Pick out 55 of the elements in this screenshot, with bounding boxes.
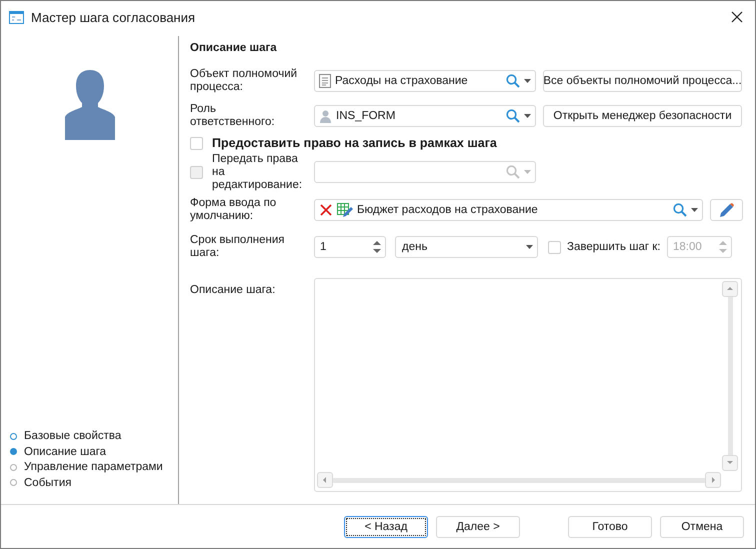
dropdown-caret-icon[interactable]	[526, 245, 533, 249]
vertical-scrollbar[interactable]	[721, 281, 739, 471]
description-field[interactable]	[314, 278, 742, 492]
scroll-down-arrow-icon[interactable]	[726, 459, 734, 467]
field-label: Срок выполнения шага:	[190, 234, 286, 260]
dropdown-caret-icon[interactable]	[524, 114, 531, 118]
search-icon[interactable]	[506, 165, 520, 179]
spin-arrows-icon[interactable]	[373, 240, 381, 254]
wizard-button[interactable]: < Назад	[344, 516, 428, 538]
all-objects-button[interactable]: Все объекты полномочий процесса...	[543, 70, 742, 92]
user-icon	[319, 110, 332, 122]
wizard-step-item[interactable]: Управление параметрами	[24, 461, 163, 474]
checkbox[interactable]	[190, 136, 203, 150]
window-title: Мастер шага согласования	[31, 10, 196, 24]
section-title: Описание шага	[190, 41, 278, 56]
checkbox[interactable]	[548, 240, 561, 254]
dropdown-caret-icon[interactable]	[691, 208, 698, 212]
user-silhouette-icon	[64, 70, 114, 140]
field-label: Форма ввода по умолчанию:	[190, 197, 278, 223]
edit-button[interactable]	[710, 199, 743, 221]
search-icon[interactable]	[506, 74, 520, 88]
unit-combo[interactable]: день	[395, 236, 538, 258]
scroll-left-arrow-icon[interactable]	[321, 476, 329, 484]
wizard-step-item[interactable]: Базовые свойства	[24, 430, 122, 442]
field-label: Объект полномочий процесса:	[190, 68, 298, 94]
field-label: Передать права на редактирование:	[212, 152, 304, 192]
scroll-up-arrow-icon[interactable]	[726, 285, 734, 293]
transfer-rights-combo[interactable]	[314, 161, 536, 183]
security-manager-button[interactable]: Открыть менеджер безопасности	[543, 105, 742, 127]
wizard-step-item[interactable]: Описание шага	[24, 446, 106, 458]
checkbox-label: Предоставить право на запись в рамках шага	[212, 136, 497, 150]
horizontal-scrollbar[interactable]	[317, 471, 721, 489]
authority-object-combo[interactable]: Расходы на страхование	[314, 70, 536, 92]
combo-value: INS_FORM	[336, 110, 396, 122]
wizard-step-item[interactable]: События	[24, 476, 72, 489]
checkbox-label: Завершить шаг к:	[567, 241, 662, 253]
dropdown-caret-icon[interactable]	[524, 79, 531, 83]
field-label: Описание шага:	[190, 284, 276, 297]
combo-value: Бюджет расходов на страхование	[357, 204, 539, 216]
role-combo[interactable]: INS_FORM	[314, 105, 536, 127]
wizard-button[interactable]: Отмена	[660, 516, 744, 538]
scroll-right-arrow-icon[interactable]	[709, 476, 717, 484]
search-icon[interactable]	[673, 203, 687, 217]
window-app-icon	[9, 10, 24, 24]
table-pencil-icon	[337, 202, 353, 218]
duration-spinbox[interactable]: 1	[314, 236, 386, 258]
search-icon[interactable]	[506, 109, 520, 123]
pencil-icon	[718, 202, 734, 218]
close-icon[interactable]	[731, 11, 743, 23]
document-icon	[319, 74, 331, 88]
wizard-button[interactable]: Готово	[568, 516, 652, 538]
clear-icon[interactable]	[319, 203, 333, 217]
wizard-button[interactable]: Далее >	[436, 516, 520, 538]
combo-value: Расходы на страхование	[335, 75, 469, 87]
default-form-combo[interactable]: Бюджет расходов на страхование	[314, 199, 703, 221]
